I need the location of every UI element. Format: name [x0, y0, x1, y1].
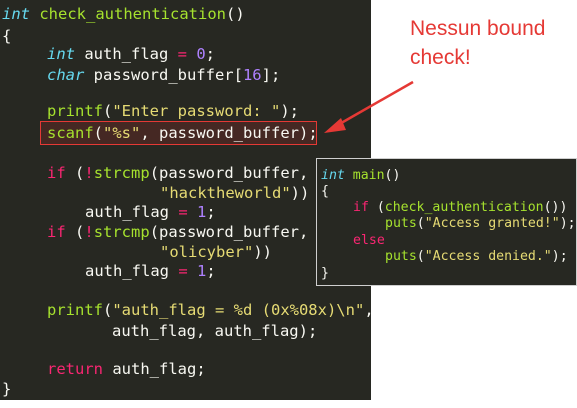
function-name: check_authentication [39, 5, 226, 23]
keyword: if [47, 164, 66, 182]
string-literal: "auth_flag = %d (0x%08x)\n" [112, 301, 365, 319]
function-name: puts [385, 249, 417, 264]
punctuation: ; [205, 45, 216, 63]
number-literal: 1 [187, 203, 207, 221]
code-line: char password_buffer[16]; [47, 66, 281, 84]
punctuation: ; [206, 262, 216, 280]
punctuation: ( [103, 301, 113, 319]
punctuation: ( [65, 164, 85, 182]
code-line: printf("auth_flag = %d (0x%08x)\n", [47, 301, 374, 319]
identifier: auth_flag [85, 203, 179, 221]
function-name: check_authentication [384, 200, 544, 215]
punctuation: ()) [543, 200, 568, 215]
punctuation: ); [551, 249, 568, 264]
operator: = [178, 203, 188, 221]
function-name: main [344, 168, 385, 183]
punctuation: )) [290, 184, 310, 202]
string-literal: "olicyber" [160, 243, 254, 261]
number-literal: 16 [242, 66, 262, 84]
punctuation: ( [368, 200, 385, 215]
function-name: printf [47, 301, 103, 319]
punctuation: , password_buffer); [140, 124, 318, 142]
punctuation: ( [103, 102, 113, 120]
function-name: scanf [47, 124, 94, 142]
code-line: int auth_flag = 0; [47, 45, 216, 63]
keyword: return [47, 360, 103, 378]
type-keyword: int [321, 168, 345, 183]
string-literal: "Enter password: " [112, 102, 281, 120]
code-line: puts("Access granted!"); [385, 217, 576, 230]
operator: = [177, 45, 187, 63]
code-line: auth_flag, auth_flag); [112, 322, 318, 340]
string-literal: "hacktheworld" [160, 184, 291, 202]
punctuation: ); [559, 216, 576, 231]
code-line: if (check_authentication()) [353, 201, 567, 214]
punctuation: () [384, 168, 401, 183]
keyword: if [47, 223, 66, 241]
function-name: strcmp [93, 223, 150, 241]
punctuation: ); [280, 102, 299, 120]
identifier: auth_flag [75, 45, 178, 63]
keyword: else [353, 233, 385, 248]
code-line: else [353, 234, 385, 247]
code-line: int main() [321, 169, 400, 182]
code-line-highlighted: scanf("%s", password_buffer); [47, 124, 318, 142]
function-name: strcmp [93, 164, 150, 182]
punctuation: , [364, 301, 374, 319]
open-brace: { [321, 184, 329, 199]
function-name: puts [385, 216, 417, 231]
code-line: int check_authentication() [2, 5, 245, 23]
type-keyword: int [2, 5, 30, 23]
operator: ! [84, 164, 94, 182]
punctuation: ( [65, 223, 85, 241]
close-brace: } [2, 380, 12, 398]
punctuation: ( [93, 124, 104, 142]
code-line: "hacktheworld")) [160, 184, 310, 202]
code-line: return auth_flag; [47, 360, 206, 378]
string-literal: "Access denied." [424, 249, 552, 264]
operator: = [178, 262, 188, 280]
number-literal: 1 [187, 262, 207, 280]
type-keyword: int [47, 45, 75, 63]
punctuation: (password_buffer, [149, 164, 309, 182]
punctuation: () [225, 5, 245, 23]
number-literal: 0 [187, 45, 206, 63]
identifier: password_buffer[ [84, 66, 243, 84]
identifier: auth_flag; [103, 360, 206, 378]
code-line: if (!strcmp(password_buffer, [47, 164, 309, 182]
open-brace: { [2, 27, 12, 45]
string-literal: "%s" [103, 124, 141, 142]
annotation-line: check! [410, 46, 471, 69]
code-line: if (!strcmp(password_buffer, [47, 223, 309, 241]
function-name: printf [47, 102, 103, 120]
operator: ! [84, 223, 94, 241]
type-keyword: char [47, 66, 85, 84]
code-line: puts("Access denied."); [385, 250, 568, 263]
annotation-callout: Nessun bound check! [410, 14, 570, 72]
punctuation: (password_buffer, [149, 223, 309, 241]
string-literal: "Access granted!" [424, 216, 560, 231]
punctuation: ]; [261, 66, 281, 84]
main-function-panel: int main() { if (check_authentication())… [316, 158, 577, 286]
keyword: if [353, 200, 369, 215]
punctuation: ( [416, 249, 425, 264]
punctuation: ; [206, 203, 216, 221]
annotation-line: Nessun bound [410, 17, 546, 40]
punctuation: ( [416, 216, 425, 231]
identifier: auth_flag [85, 262, 179, 280]
code-line: "olicyber")) [160, 243, 272, 261]
close-brace: } [321, 266, 329, 281]
punctuation: )) [253, 243, 272, 261]
code-line: auth_flag = 1; [85, 203, 216, 221]
code-line: auth_flag = 1; [85, 262, 216, 280]
code-line: printf("Enter password: "); [47, 102, 299, 120]
